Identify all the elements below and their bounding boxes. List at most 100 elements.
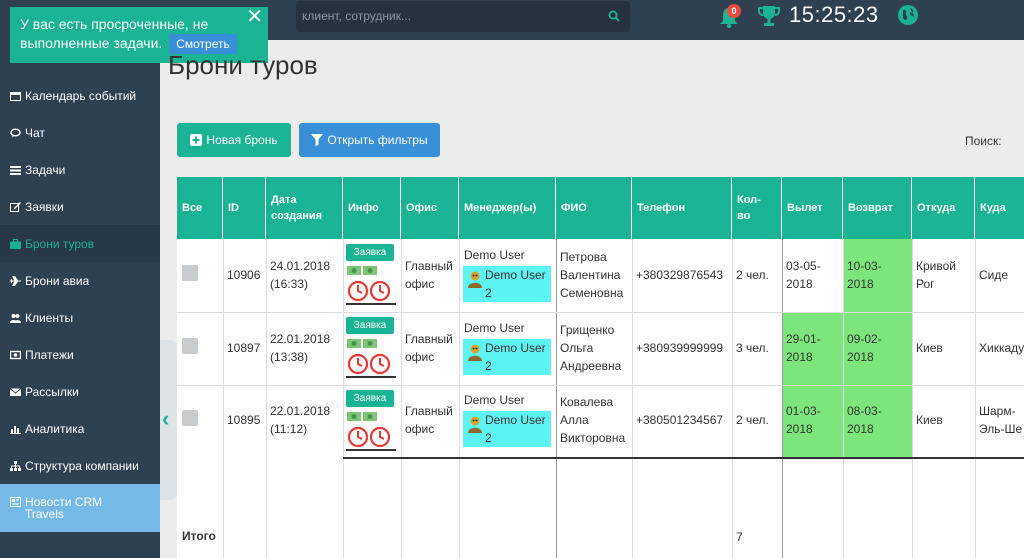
- row-id: 10906: [227, 268, 261, 282]
- row-departure: 03-05-2018: [786, 259, 821, 291]
- notification-count-badge: 0: [727, 4, 741, 18]
- sidebar-item-calendar[interactable]: Календарь событий: [0, 77, 160, 114]
- sidebar-toggle[interactable]: ‹: [160, 340, 178, 500]
- chevron-left-icon: ‹: [162, 406, 170, 431]
- header-phone[interactable]: Телефон: [632, 177, 732, 239]
- row-return: 10-03-2018: [847, 259, 882, 291]
- header-fio[interactable]: ФИО: [556, 177, 632, 239]
- header-id[interactable]: ID: [223, 177, 266, 239]
- row-checkbox[interactable]: [182, 410, 198, 426]
- row-manager: Demo User: [464, 248, 525, 262]
- row-to: Хиккаду: [979, 341, 1024, 355]
- row-manager: Demo User: [464, 393, 525, 407]
- header-return[interactable]: Возврат: [843, 177, 912, 239]
- clock: 15:25:23: [789, 2, 879, 27]
- row-manager: Demo User: [464, 321, 525, 335]
- payments-status-icon: [346, 266, 396, 305]
- plane-icon: [10, 275, 21, 286]
- row-fio: Грищенко Ольга Андреевна: [560, 323, 622, 373]
- sidebar-item-payments[interactable]: Платежи: [0, 336, 160, 373]
- payments-status-icon: [346, 412, 396, 451]
- row-return: 09-02-2018: [847, 332, 882, 364]
- filter-icon: [311, 134, 324, 146]
- row-return: 08-03-2018: [847, 404, 882, 436]
- manager-chip[interactable]: Demo User 2: [463, 266, 551, 302]
- user-avatar-icon: [468, 416, 482, 433]
- manager-chip[interactable]: Demo User 2: [463, 339, 551, 375]
- new-booking-button[interactable]: Новая бронь: [177, 123, 291, 157]
- sidebar-item-tour-bookings[interactable]: Брони туров: [0, 225, 160, 262]
- row-count: 2 чел.: [736, 268, 769, 282]
- globe-icon[interactable]: [897, 4, 919, 26]
- header-to[interactable]: Куда: [975, 177, 1024, 239]
- row-fio: Петрова Валентина Семеновна: [560, 250, 624, 300]
- bar-chart-icon: [10, 425, 21, 434]
- edit-icon: [10, 201, 21, 212]
- request-badge[interactable]: Заявка: [346, 317, 394, 334]
- manager-chip[interactable]: Demo User 2: [463, 411, 551, 447]
- row-count: 3 чел.: [736, 341, 769, 355]
- row-checkbox[interactable]: [182, 265, 198, 281]
- chat-icon: [10, 128, 21, 137]
- row-created: 24.01.2018 (16:33): [270, 259, 331, 291]
- row-from: Кривой Рог: [916, 259, 956, 291]
- request-badge[interactable]: Заявка: [346, 244, 394, 261]
- sidebar-item-requests[interactable]: Заявки: [0, 188, 160, 225]
- row-from: Киев: [916, 341, 943, 355]
- sidebar-item-crm-news[interactable]: Новости CRM Travels: [0, 484, 160, 532]
- header-created[interactable]: Дата создания: [266, 177, 343, 239]
- plus-square-icon: [190, 134, 203, 146]
- sidebar-item-analytics[interactable]: Аналитика: [0, 410, 160, 447]
- suitcase-icon: [10, 238, 21, 249]
- row-id: 10895: [227, 413, 261, 427]
- table-search-label: Поиск:: [965, 134, 1002, 148]
- row-fio: Ковалева Алла Викторовна: [560, 395, 626, 445]
- row-departure: 01-03-2018: [786, 404, 821, 436]
- sitemap-icon: [10, 460, 21, 471]
- global-search[interactable]: клиент, сотрудник...: [296, 1, 630, 32]
- row-count: 2 чел.: [736, 413, 769, 427]
- sidebar-item-mailings[interactable]: Рассылки: [0, 373, 160, 410]
- row-created: 22.01.2018 (13:38): [270, 332, 331, 364]
- tasks-icon: [10, 165, 21, 175]
- sidebar: Календарь событий Чат Задачи Заявки Брон…: [0, 40, 160, 558]
- row-office: Главный офис: [405, 404, 453, 436]
- tour-bookings-table: Все ID Дата создания Инфо Офис Менеджер(…: [177, 177, 1024, 558]
- request-badge[interactable]: Заявка: [346, 390, 394, 407]
- search-input[interactable]: клиент, сотрудник...: [302, 9, 411, 23]
- sidebar-item-tasks[interactable]: Задачи: [0, 151, 160, 188]
- header-info[interactable]: Инфо: [343, 177, 401, 239]
- payments-status-icon: [346, 339, 396, 378]
- page-title: Брони туров: [168, 50, 318, 80]
- row-id: 10897: [227, 341, 261, 355]
- row-phone: +380329876543: [636, 268, 724, 282]
- sidebar-item-air-bookings[interactable]: Брони авиа: [0, 262, 160, 299]
- row-phone: +380501234567: [636, 413, 724, 427]
- total-count: 7: [736, 530, 743, 544]
- trophy-icon[interactable]: [756, 4, 782, 28]
- sidebar-item-clients[interactable]: Клиенты: [0, 299, 160, 336]
- sidebar-item-chat[interactable]: Чат: [0, 114, 160, 151]
- user-avatar-icon: [468, 344, 482, 361]
- row-office: Главный офис: [405, 259, 453, 291]
- close-icon[interactable]: ✕: [246, 7, 263, 27]
- total-label: Итого: [182, 529, 216, 543]
- row-to: Сиде: [979, 268, 1009, 282]
- row-office: Главный офис: [405, 332, 453, 364]
- header-count[interactable]: Кол-во: [732, 177, 782, 239]
- header-from[interactable]: Откуда: [912, 177, 975, 239]
- calendar-icon: [10, 91, 21, 101]
- row-separator: [343, 457, 1024, 459]
- row-checkbox[interactable]: [182, 338, 198, 354]
- header-managers[interactable]: Менеджер(ы): [459, 177, 556, 239]
- user-avatar-icon: [468, 271, 482, 288]
- users-icon: [10, 313, 21, 323]
- header-select-all[interactable]: Все: [177, 177, 223, 239]
- search-icon[interactable]: [608, 10, 620, 22]
- sidebar-item-company-structure[interactable]: Структура компании: [0, 447, 160, 484]
- table-header: Все ID Дата создания Инфо Офис Менеджер(…: [177, 177, 1024, 239]
- open-filters-button[interactable]: Открыть фильтры: [299, 123, 440, 157]
- money-icon: [10, 350, 21, 359]
- header-departure[interactable]: Вылет: [782, 177, 843, 239]
- header-office[interactable]: Офис: [401, 177, 459, 239]
